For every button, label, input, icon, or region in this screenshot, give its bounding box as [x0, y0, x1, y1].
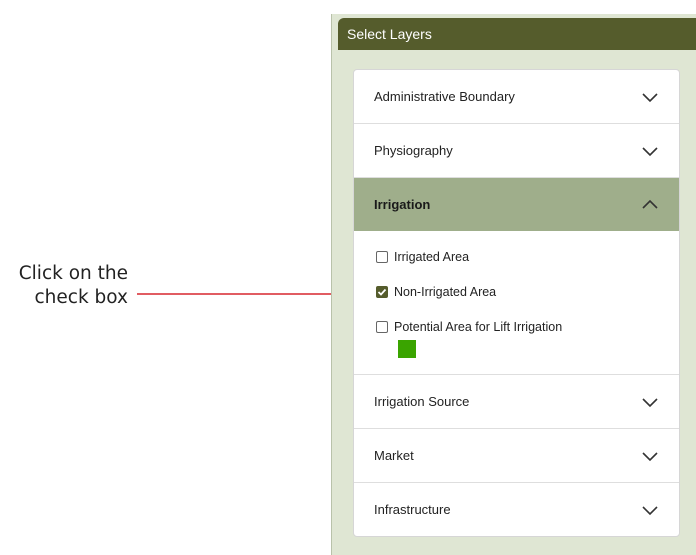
accordion-item-market: Market: [354, 429, 679, 483]
accordion-label: Infrastructure: [374, 502, 451, 517]
chevron-down-icon[interactable]: [641, 91, 659, 103]
accordion-header-market[interactable]: Market: [354, 429, 679, 482]
chevron-down-icon[interactable]: [641, 504, 659, 516]
accordion-label: Irrigation Source: [374, 394, 470, 409]
legend-swatch: [398, 340, 416, 358]
accordion-header-administrative-boundary[interactable]: Administrative Boundary: [354, 70, 679, 123]
checkbox-non-irrigated-area[interactable]: [376, 285, 388, 298]
panel-title: Select Layers: [338, 18, 696, 50]
instruction-annotation: Click on the check box: [19, 262, 128, 310]
accordion-header-irrigation-source[interactable]: Irrigation Source: [354, 375, 679, 428]
checkmark-icon: [377, 288, 387, 296]
accordion-item-administrative-boundary: Administrative Boundary: [354, 70, 679, 124]
layer-panel: Select Layers Administrative Boundary Ph…: [331, 14, 696, 555]
chevron-down-icon[interactable]: [641, 396, 659, 408]
accordion-header-irrigation[interactable]: Irrigation: [354, 178, 679, 231]
accordion-item-irrigation: Irrigation Irrigated Area Non-Irrigated …: [354, 178, 679, 375]
accordion-label: Market: [374, 448, 414, 463]
accordion-header-physiography[interactable]: Physiography: [354, 124, 679, 177]
option-potential-lift-irrigation[interactable]: Potential Area for Lift Irrigation: [376, 316, 659, 337]
accordion-item-irrigation-source: Irrigation Source: [354, 375, 679, 429]
option-label: Irrigated Area: [394, 249, 470, 264]
option-irrigated-area[interactable]: Irrigated Area: [376, 246, 659, 267]
checkbox-potential-lift-irrigation[interactable]: [376, 320, 388, 333]
chevron-down-icon[interactable]: [641, 145, 659, 157]
option-label: Potential Area for Lift Irrigation: [394, 319, 563, 334]
accordion-header-infrastructure[interactable]: Infrastructure: [354, 483, 679, 536]
annotation-line-2: check box: [34, 287, 129, 308]
accordion-label: Administrative Boundary: [374, 89, 515, 104]
chevron-down-icon[interactable]: [641, 450, 659, 462]
accordion-item-physiography: Physiography: [354, 124, 679, 178]
irrigation-options: Irrigated Area Non-Irrigated Area Potent…: [354, 231, 679, 374]
layers-accordion: Administrative Boundary Physiography Irr…: [353, 69, 680, 537]
accordion-label: Irrigation: [374, 197, 431, 212]
chevron-up-icon[interactable]: [641, 199, 659, 211]
accordion-item-infrastructure: Infrastructure: [354, 483, 679, 536]
option-label: Non-Irrigated Area: [394, 284, 497, 299]
option-non-irrigated-area[interactable]: Non-Irrigated Area: [376, 281, 659, 302]
checkbox-irrigated-area[interactable]: [376, 250, 388, 263]
annotation-line-1: Click on the: [18, 263, 128, 284]
accordion-label: Physiography: [374, 143, 453, 158]
